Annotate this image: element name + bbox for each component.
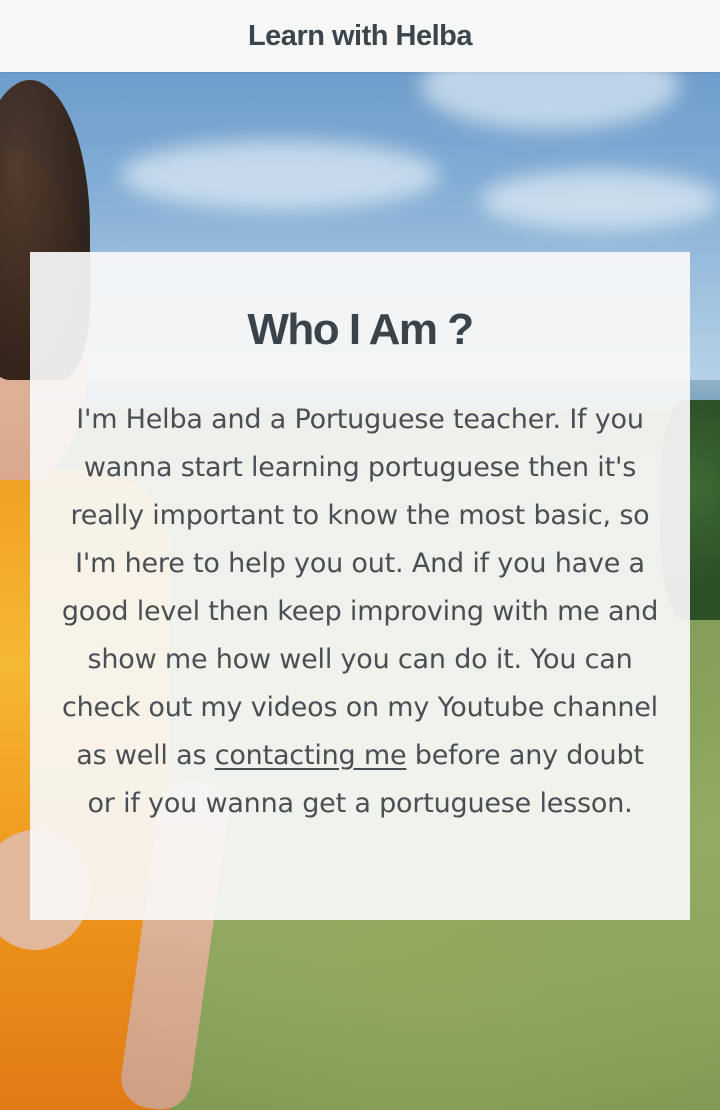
cloud-shape [120, 140, 440, 210]
about-heading: Who I Am ? [247, 305, 474, 354]
about-card: Who I Am ? I'm Helba and a Portuguese te… [30, 252, 690, 920]
about-text-intro: I'm Helba and a Portuguese teacher. If y… [61, 404, 659, 771]
contact-link[interactable]: contacting me [215, 740, 407, 771]
cloud-shape [480, 170, 720, 230]
top-header: Learn with Helba [0, 0, 720, 72]
site-title-link[interactable]: Learn with Helba [248, 20, 473, 53]
about-paragraph: I'm Helba and a Portuguese teacher. If y… [60, 396, 660, 828]
